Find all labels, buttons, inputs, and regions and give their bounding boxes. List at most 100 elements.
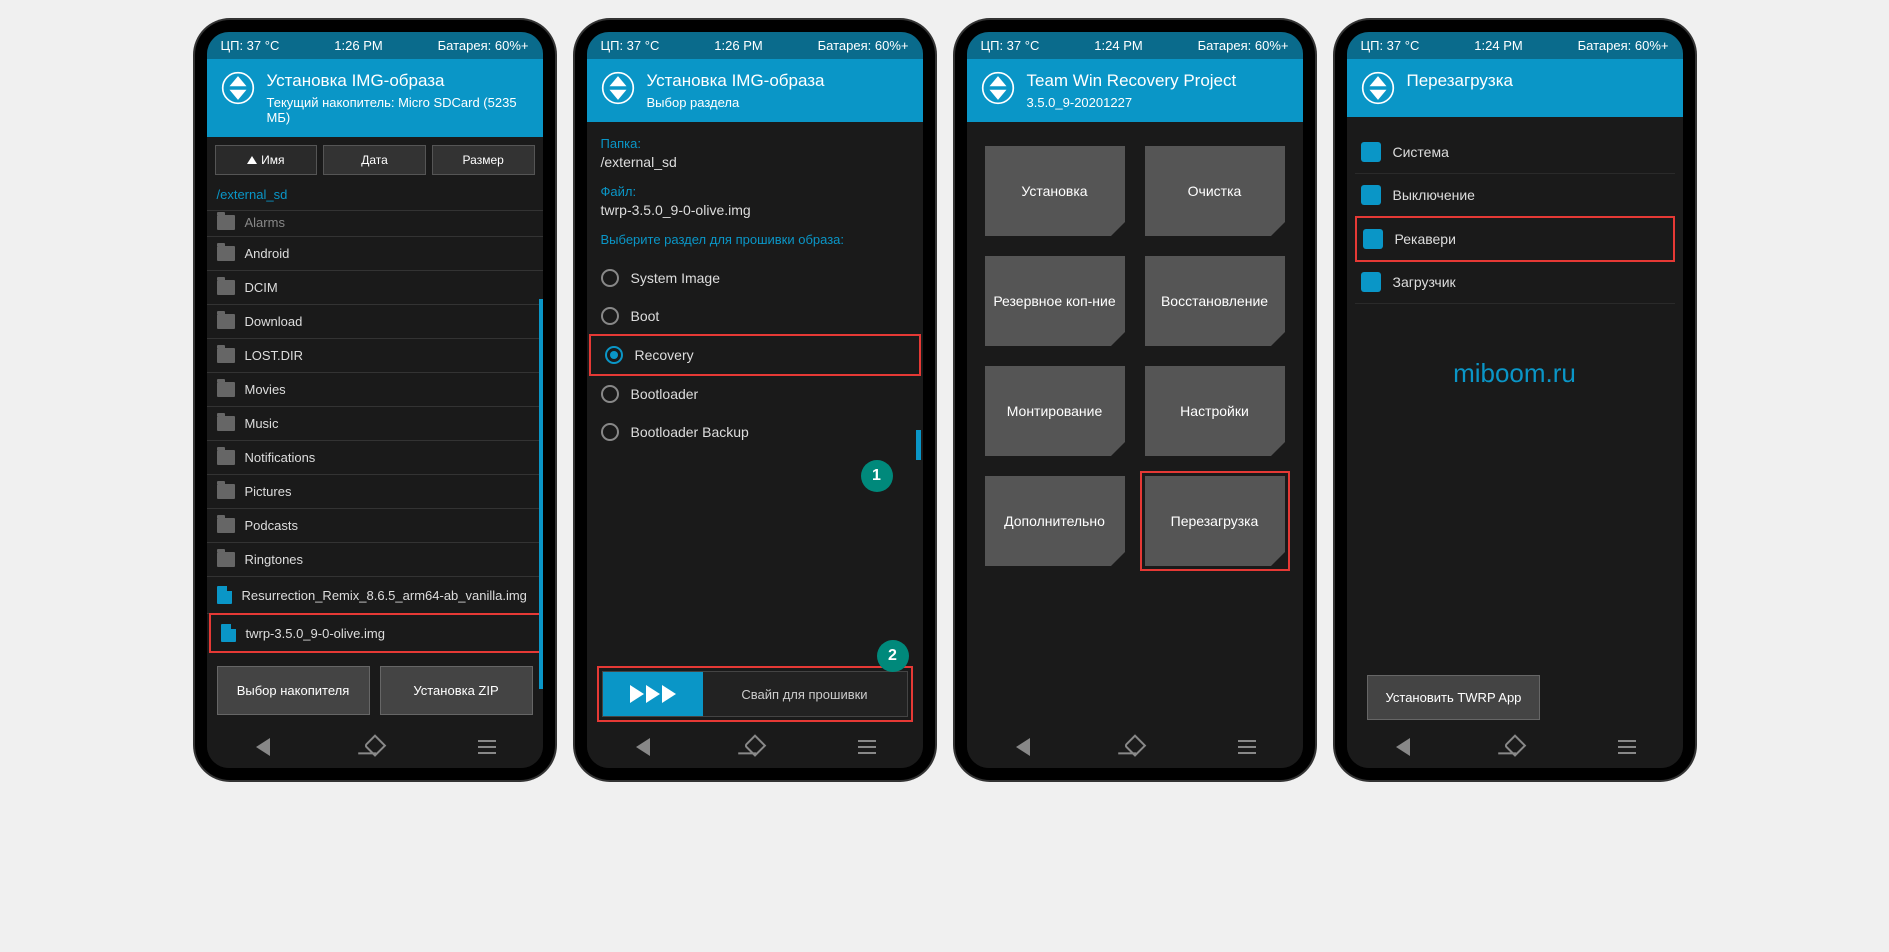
back-icon[interactable]: [633, 737, 653, 757]
select-partition-label: Выберите раздел для прошивки образа:: [601, 232, 909, 247]
reboot-poweroff[interactable]: Выключение: [1355, 174, 1675, 217]
tile-mount[interactable]: Монтирование: [985, 366, 1125, 456]
clock: 1:24 PM: [1474, 38, 1522, 53]
list-item[interactable]: Podcasts: [207, 509, 543, 543]
file-icon: [221, 624, 236, 642]
list-item[interactable]: Ringtones: [207, 543, 543, 577]
twrp-logo-icon: [221, 71, 255, 105]
main-menu-grid: Установка Очистка Резервное коп-ние Восс…: [967, 122, 1303, 590]
menu-icon[interactable]: [477, 737, 497, 757]
list-item[interactable]: Movies: [207, 373, 543, 407]
home-icon[interactable]: [365, 737, 385, 757]
folder-label: Папка:: [601, 136, 909, 151]
swipe-handle-icon[interactable]: [603, 672, 703, 716]
page-title: Team Win Recovery Project: [1027, 71, 1237, 91]
list-item[interactable]: Android: [207, 237, 543, 271]
tile-settings[interactable]: Настройки: [1145, 366, 1285, 456]
cpu-temp: ЦП: 37 °C: [221, 38, 280, 53]
tile-reboot[interactable]: Перезагрузка: [1145, 476, 1285, 566]
swipe-container: Свайп для прошивки: [597, 666, 913, 722]
scrollbar[interactable]: [916, 430, 921, 460]
nav-bar: [1347, 726, 1683, 768]
watermark-text: miboom.ru: [1347, 358, 1683, 389]
nav-bar: [967, 726, 1303, 768]
twrp-logo-icon: [601, 71, 635, 105]
list-item[interactable]: Music: [207, 407, 543, 441]
menu-icon[interactable]: [1617, 737, 1637, 757]
install-zip-button[interactable]: Установка ZIP: [380, 666, 533, 715]
tile-install[interactable]: Установка: [985, 146, 1125, 236]
sort-size-button[interactable]: Размер: [432, 145, 535, 175]
tile-backup[interactable]: Резервное коп-ние: [985, 256, 1125, 346]
page-title: Установка IMG-образа: [647, 71, 825, 91]
list-item[interactable]: DCIM: [207, 271, 543, 305]
folder-icon: [217, 450, 235, 465]
partition-option[interactable]: Bootloader: [587, 375, 923, 413]
callout-2: 2: [877, 640, 909, 672]
file-list[interactable]: Alarms Android DCIM Download LOST.DIR Mo…: [207, 210, 543, 653]
home-icon[interactable]: [745, 737, 765, 757]
cpu-temp: ЦП: 37 °C: [981, 38, 1040, 53]
list-item[interactable]: Alarms: [207, 211, 543, 237]
tile-wipe[interactable]: Очистка: [1145, 146, 1285, 236]
page-title: Установка IMG-образа: [267, 71, 529, 91]
reboot-recovery[interactable]: Рекавери: [1355, 216, 1675, 262]
menu-icon[interactable]: [1237, 737, 1257, 757]
nav-bar: [207, 726, 543, 768]
folder-icon: [217, 518, 235, 533]
radio-icon: [601, 423, 619, 441]
clock: 1:24 PM: [1094, 38, 1142, 53]
partition-option[interactable]: System Image: [587, 259, 923, 297]
folder-icon: [217, 314, 235, 329]
radio-icon: [601, 307, 619, 325]
back-icon[interactable]: [1013, 737, 1033, 757]
reboot-system[interactable]: Система: [1355, 131, 1675, 174]
menu-icon[interactable]: [857, 737, 877, 757]
reboot-bootloader[interactable]: Загрузчик: [1355, 261, 1675, 304]
radio-icon: [601, 269, 619, 287]
swipe-label: Свайп для прошивки: [703, 687, 907, 702]
list-item[interactable]: Download: [207, 305, 543, 339]
phone-3: ЦП: 37 °C 1:24 PM Батарея: 60%+ Team Win…: [955, 20, 1315, 780]
file-label: Файл:: [601, 184, 909, 199]
tile-restore[interactable]: Восстановление: [1145, 256, 1285, 346]
phone-2: ЦП: 37 °C 1:26 PM Батарея: 60%+ Установк…: [575, 20, 935, 780]
tile-advanced[interactable]: Дополнительно: [985, 476, 1125, 566]
partition-option[interactable]: Boot: [587, 297, 923, 335]
cpu-temp: ЦП: 37 °C: [601, 38, 660, 53]
scrollbar[interactable]: [539, 299, 543, 689]
back-icon[interactable]: [1393, 737, 1413, 757]
home-icon[interactable]: [1125, 737, 1145, 757]
folder-icon: [217, 484, 235, 499]
sort-date-button[interactable]: Дата: [323, 145, 426, 175]
back-icon[interactable]: [253, 737, 273, 757]
list-item[interactable]: Notifications: [207, 441, 543, 475]
swipe-to-flash[interactable]: Свайп для прошивки: [602, 671, 908, 717]
battery: Батарея: 60%+: [438, 38, 529, 53]
folder-value: /external_sd: [601, 154, 909, 170]
folder-icon: [217, 552, 235, 567]
sort-row: Имя Дата Размер: [207, 137, 543, 183]
list-item[interactable]: LOST.DIR: [207, 339, 543, 373]
partition-option-selected[interactable]: Recovery: [589, 334, 921, 376]
sort-name-button[interactable]: Имя: [215, 145, 318, 175]
status-bar: ЦП: 37 °C 1:26 PM Батарея: 60%+: [587, 32, 923, 59]
battery: Батарея: 60%+: [818, 38, 909, 53]
list-item[interactable]: Resurrection_Remix_8.6.5_arm64-ab_vanill…: [207, 577, 543, 614]
callout-1: 1: [861, 460, 893, 492]
list-item[interactable]: Pictures: [207, 475, 543, 509]
home-icon[interactable]: [1505, 737, 1525, 757]
partition-option[interactable]: Bootloader Backup: [587, 413, 923, 451]
clock: 1:26 PM: [714, 38, 762, 53]
header: Перезагрузка: [1347, 59, 1683, 117]
list-item-selected[interactable]: twrp-3.5.0_9-0-olive.img: [209, 613, 541, 653]
status-bar: ЦП: 37 °C 1:24 PM Батарея: 60%+: [967, 32, 1303, 59]
page-subtitle: Текущий накопитель: Micro SDCard (5235 М…: [267, 95, 529, 125]
radio-icon: [601, 385, 619, 403]
checkbox-icon: [1361, 185, 1381, 205]
header: Установка IMG-образа Текущий накопитель:…: [207, 59, 543, 137]
header: Team Win Recovery Project 3.5.0_9-202012…: [967, 59, 1303, 122]
install-twrp-app-button[interactable]: Установить TWRP App: [1367, 675, 1541, 720]
select-storage-button[interactable]: Выбор накопителя: [217, 666, 370, 715]
current-path: /external_sd: [207, 183, 543, 210]
